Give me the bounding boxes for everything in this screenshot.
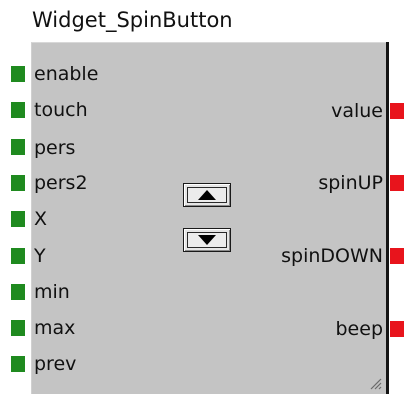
widget-spinbutton-node: Widget_SpinButton enable touch pers pers… (0, 0, 408, 394)
input-port-max[interactable] (11, 320, 25, 336)
input-label-prev: prev (34, 353, 77, 375)
output-label-beep: beep (335, 318, 384, 340)
input-port-pers2[interactable] (11, 175, 25, 191)
input-label-y: Y (34, 245, 46, 267)
input-port-min[interactable] (11, 284, 25, 300)
input-label-max: max (34, 317, 76, 339)
node-body[interactable] (31, 42, 387, 394)
input-label-x: X (34, 208, 48, 230)
input-port-x[interactable] (11, 211, 25, 227)
triangle-up-icon (198, 190, 216, 200)
output-port-spinup[interactable] (390, 175, 404, 191)
input-port-y[interactable] (11, 248, 25, 264)
output-label-value: value (331, 100, 383, 122)
input-port-touch[interactable] (11, 102, 25, 118)
input-port-enable[interactable] (11, 66, 25, 82)
output-label-spinup: spinUP (318, 172, 383, 194)
node-right-edge (386, 42, 389, 394)
input-label-pers: pers (34, 137, 76, 159)
triangle-down-icon (198, 235, 216, 245)
output-label-spindown: spinDOWN (281, 245, 383, 267)
node-title: Widget_SpinButton (32, 8, 233, 32)
output-port-spindown[interactable] (390, 248, 404, 264)
output-port-beep[interactable] (390, 321, 404, 337)
output-port-value[interactable] (390, 103, 404, 119)
input-port-pers[interactable] (11, 139, 25, 155)
input-label-enable: enable (34, 63, 99, 85)
input-label-touch: touch (34, 99, 88, 121)
resize-grip-icon[interactable] (368, 376, 382, 390)
spin-down-button[interactable] (183, 228, 231, 252)
input-label-min: min (34, 281, 70, 303)
input-label-pers2: pers2 (34, 172, 88, 194)
spin-up-button[interactable] (183, 183, 231, 207)
input-port-prev[interactable] (11, 356, 25, 372)
